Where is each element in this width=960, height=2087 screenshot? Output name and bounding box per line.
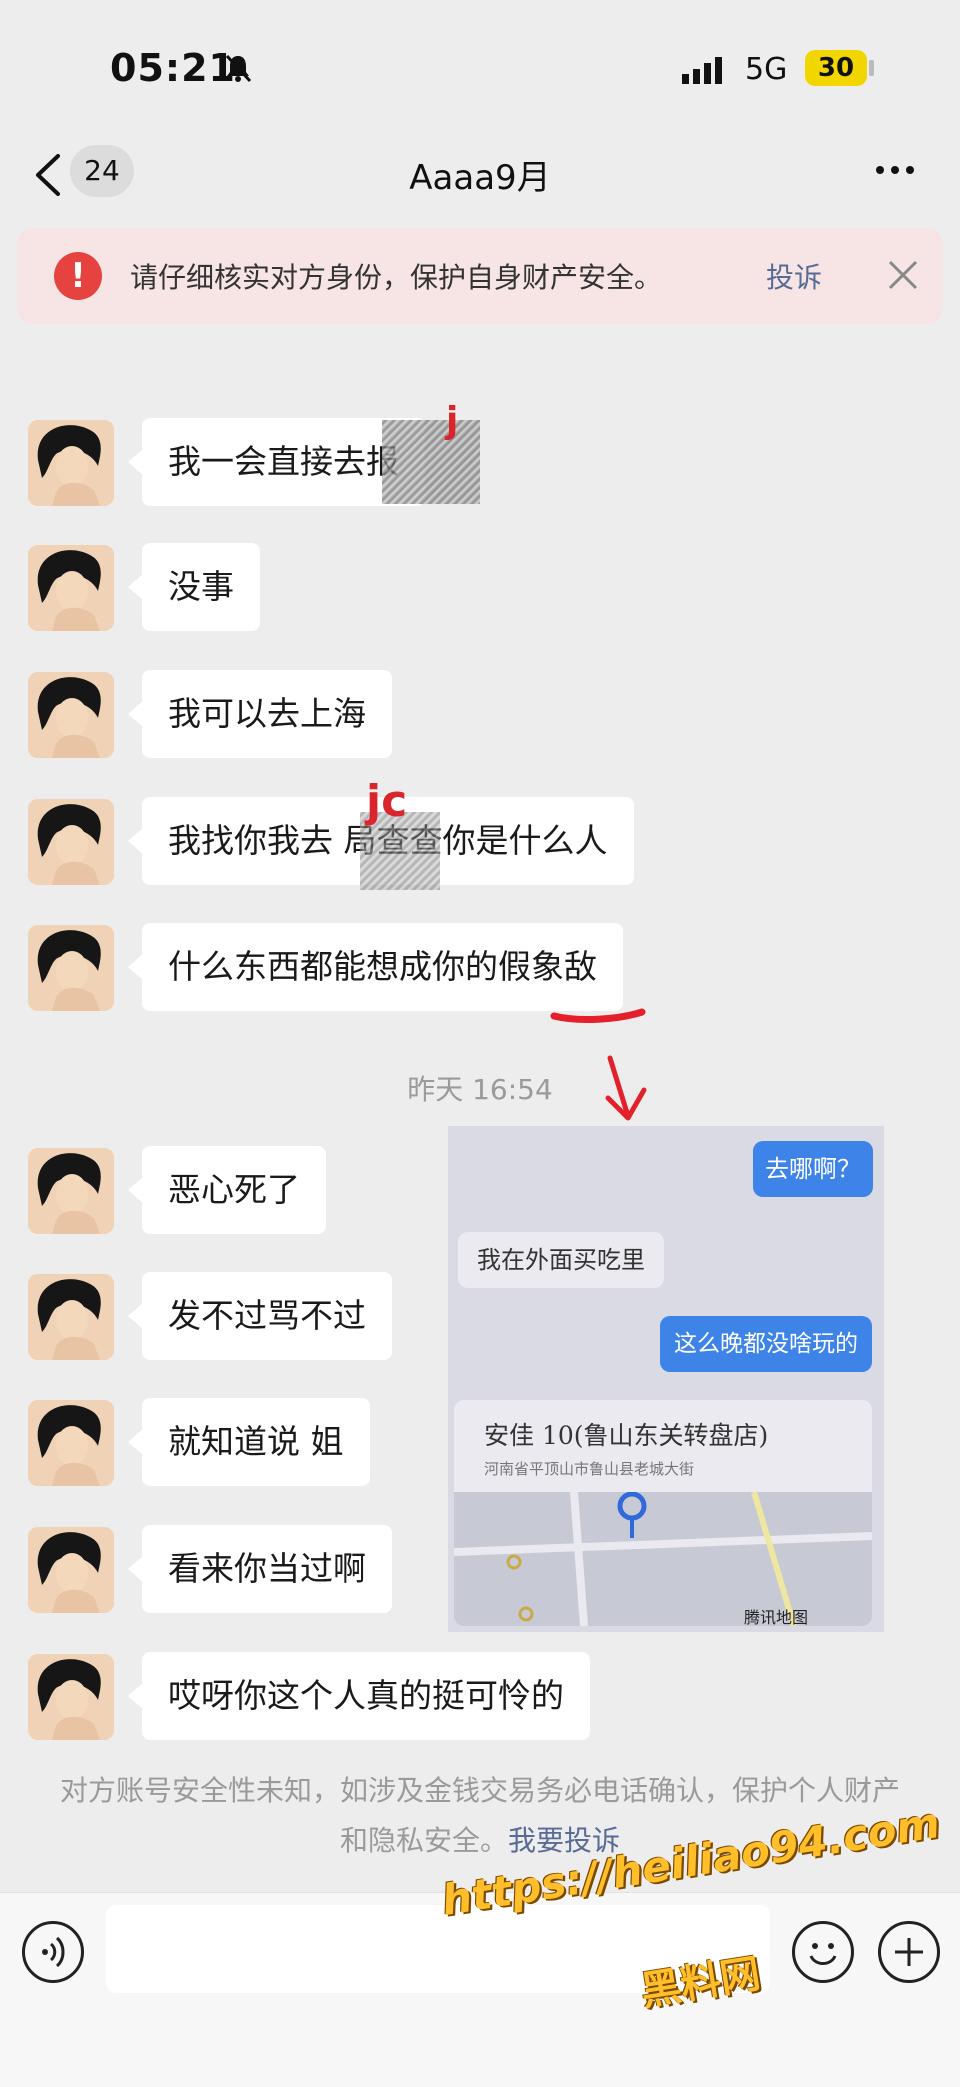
chat-title: Aaaa9月 bbox=[409, 158, 551, 198]
plus-icon[interactable] bbox=[878, 1921, 940, 1983]
report-link[interactable]: 投诉 bbox=[766, 256, 822, 296]
more-options-icon[interactable] bbox=[870, 150, 920, 190]
annotation-mark: jc bbox=[366, 776, 408, 827]
input-bar bbox=[0, 1892, 960, 2087]
avatar-portrait-icon bbox=[28, 1148, 114, 1234]
contact-avatar[interactable] bbox=[28, 545, 114, 631]
message-row: 没事 bbox=[0, 543, 960, 633]
avatar-portrait-icon bbox=[28, 799, 114, 885]
contact-avatar[interactable] bbox=[28, 1148, 114, 1234]
message-bubble[interactable]: 看来你当过啊 bbox=[128, 1525, 392, 1613]
avatar-portrait-icon bbox=[28, 1274, 114, 1360]
message-bubble[interactable]: 我可以去上海 bbox=[128, 670, 392, 758]
message-bubble[interactable]: 哎呀你这个人真的挺可怜的 bbox=[128, 1652, 590, 1740]
contact-avatar[interactable] bbox=[28, 925, 114, 1011]
voice-input-icon[interactable] bbox=[22, 1921, 84, 1983]
chat-timestamp: 昨天 16:54 bbox=[407, 1073, 553, 1106]
inset-map: 腾讯地图 bbox=[454, 1491, 872, 1626]
warning-text: 请仔细核实对方身份，保护自身财产安全。 bbox=[130, 261, 663, 294]
battery-indicator: 30 bbox=[805, 50, 867, 86]
message-row: 我可以去上海 bbox=[0, 670, 960, 760]
map-brand-label: 腾讯地图 bbox=[744, 1608, 809, 1626]
message-row: 什么东西都能想成你的假象敌 bbox=[0, 923, 960, 1013]
close-icon[interactable] bbox=[878, 250, 928, 300]
contact-avatar[interactable] bbox=[28, 1274, 114, 1360]
redaction-blur bbox=[382, 420, 480, 504]
message-row: 我找你我去 局查查你是什么人 bbox=[0, 797, 960, 887]
security-warning-banner: ! 请仔细核实对方身份，保护自身财产安全。 投诉 bbox=[18, 228, 942, 324]
inset-location-card: 安佳 10(鲁山东关转盘店) 河南省平顶山市鲁山县老城大街 腾讯地图 bbox=[454, 1400, 872, 1626]
bell-muted-icon bbox=[225, 54, 252, 83]
message-bubble[interactable]: 没事 bbox=[128, 543, 260, 631]
contact-avatar[interactable] bbox=[28, 1654, 114, 1740]
inset-screenshot: 去哪啊？ 我在外面买吃里 这么晚都没啥玩的 安佳 10(鲁山东关转盘店) 河南省… bbox=[448, 1126, 884, 1632]
status-bar: 05:21 5G 30 bbox=[0, 0, 960, 130]
avatar-portrait-icon bbox=[28, 1400, 114, 1486]
inset-bubble-received: 我在外面买吃里 bbox=[458, 1232, 664, 1288]
inset-address: 河南省平顶山市鲁山县老城大街 bbox=[484, 1460, 695, 1478]
inset-place-name: 安佳 10(鲁山东关转盘店) bbox=[484, 1421, 769, 1450]
avatar-portrait-icon bbox=[28, 1654, 114, 1740]
avatar-portrait-icon bbox=[28, 420, 114, 506]
signal-icon bbox=[682, 57, 722, 84]
avatar-portrait-icon bbox=[28, 672, 114, 758]
contact-avatar[interactable] bbox=[28, 799, 114, 885]
annotation-mark: j bbox=[446, 400, 459, 441]
map-roads-icon bbox=[454, 1491, 872, 1626]
inset-bubble-sent: 这么晚都没啥玩的 bbox=[660, 1316, 872, 1372]
message-bubble[interactable]: 就知道说 姐 bbox=[128, 1398, 370, 1486]
message-row: 我一会直接去报 bbox=[0, 418, 960, 508]
contact-avatar[interactable] bbox=[28, 420, 114, 506]
contact-avatar[interactable] bbox=[28, 672, 114, 758]
contact-avatar[interactable] bbox=[28, 1400, 114, 1486]
message-bubble[interactable]: 什么东西都能想成你的假象敌 bbox=[128, 923, 623, 1011]
status-time: 05:21 bbox=[110, 46, 236, 90]
network-type: 5G bbox=[745, 52, 788, 87]
warning-icon: ! bbox=[54, 252, 102, 300]
contact-avatar[interactable] bbox=[28, 1527, 114, 1613]
red-underline-annotation bbox=[550, 1008, 646, 1023]
inset-bubble-sent: 去哪啊？ bbox=[753, 1141, 873, 1197]
avatar-portrait-icon bbox=[28, 1527, 114, 1613]
message-bubble[interactable]: 恶心死了 bbox=[128, 1146, 326, 1234]
avatar-portrait-icon bbox=[28, 925, 114, 1011]
message-row: 哎呀你这个人真的挺可怜的 bbox=[0, 1652, 960, 1742]
red-arrow-annotation bbox=[605, 1055, 647, 1121]
battery-tip bbox=[869, 60, 874, 76]
avatar-portrait-icon bbox=[28, 545, 114, 631]
message-bubble[interactable]: 发不过骂不过 bbox=[128, 1272, 392, 1360]
emoji-icon[interactable] bbox=[792, 1921, 854, 1983]
